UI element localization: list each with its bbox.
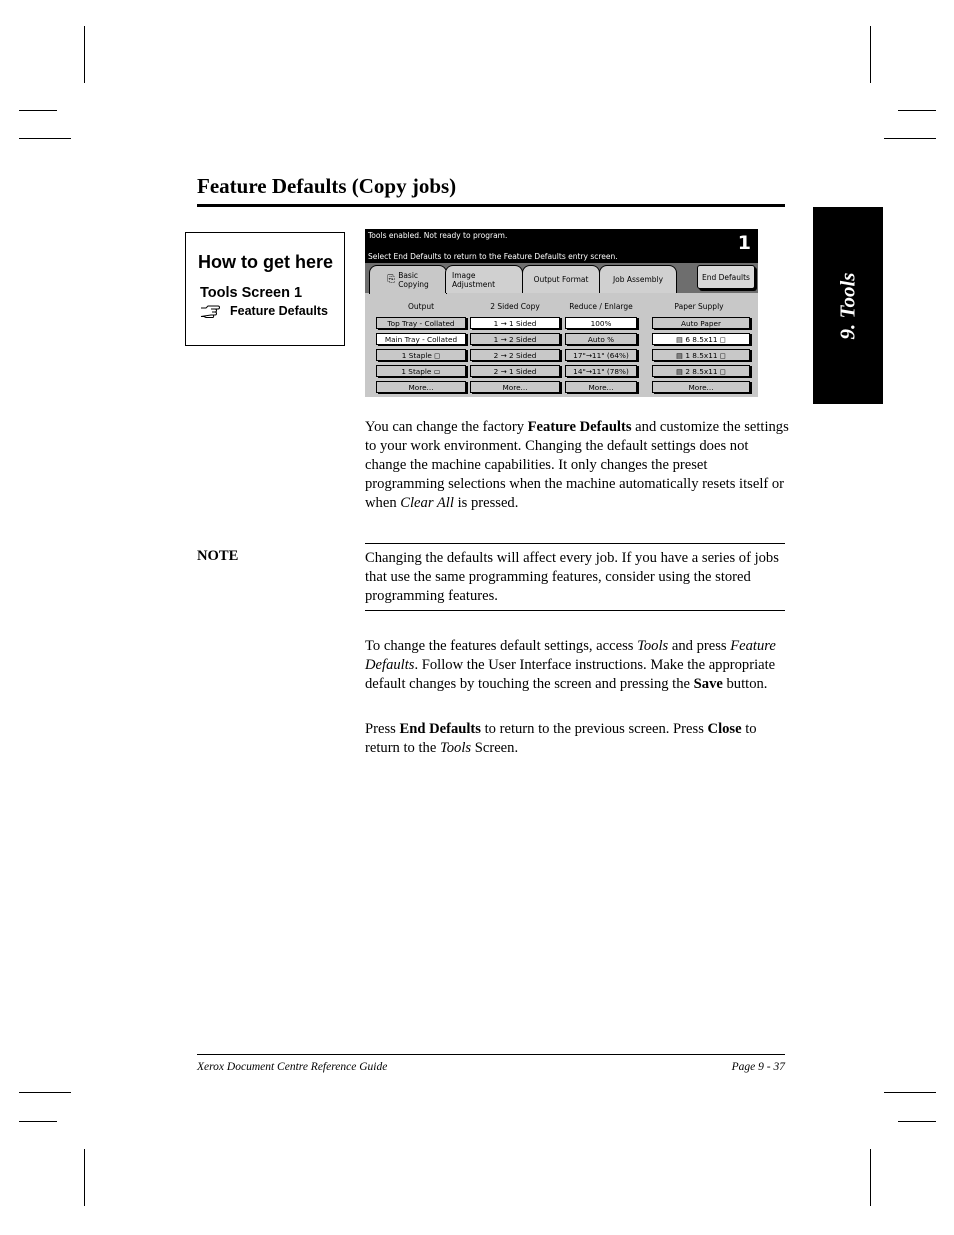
instructions-paragraph: To change the features default settings,… bbox=[365, 637, 790, 694]
footer-guide-title: Xerox Document Centre Reference Guide bbox=[197, 1061, 388, 1073]
text-run: To change the features default settings,… bbox=[365, 638, 638, 654]
ui-message-line1: Tools enabled. Not ready to program. bbox=[368, 231, 508, 240]
how-to-path: Feature Defaults bbox=[200, 304, 328, 318]
footer-page-number: Page 9 - 37 bbox=[731, 1061, 785, 1073]
column-heading: Reduce / Enlarge bbox=[569, 302, 633, 311]
text-run-bold: Feature Defaults bbox=[527, 419, 632, 435]
option-button[interactable]: 1 → 1 Sided bbox=[470, 317, 560, 329]
option-button[interactable]: Main Tray - Collated bbox=[376, 333, 466, 345]
ui-screenshot: Tools enabled. Not ready to program. Sel… bbox=[365, 229, 758, 397]
how-to-get-here-box: How to get here Tools Screen 1 Feature D… bbox=[185, 232, 345, 346]
crop-mark bbox=[19, 138, 71, 139]
crop-mark bbox=[84, 26, 85, 83]
ui-column-2-sided-copy: 2 Sided Copy 1 → 1 Sided 1 → 2 Sided 2 →… bbox=[468, 293, 562, 397]
tab-label: Copying bbox=[398, 280, 429, 289]
text-run: to return to the previous screen. Press bbox=[480, 721, 708, 737]
ui-column-reduce-enlarge: Reduce / Enlarge 100% Auto % 17"→11" (64… bbox=[554, 293, 648, 397]
option-button[interactable]: 1 Staple ▭ bbox=[376, 365, 466, 377]
tab-basic-copying[interactable]: ⎘ Basic Copying bbox=[369, 265, 447, 294]
crop-mark bbox=[19, 1121, 57, 1122]
crop-mark bbox=[870, 1149, 871, 1206]
tab-label: Output Format bbox=[533, 275, 589, 284]
option-button[interactable]: 1 → 2 Sided bbox=[470, 333, 560, 345]
ui-screen-number: 1 bbox=[737, 232, 751, 254]
option-button[interactable]: 14"→11" (78%) bbox=[565, 365, 637, 377]
option-button[interactable]: Auto % bbox=[565, 333, 637, 345]
column-heading: Paper Supply bbox=[674, 302, 724, 311]
text-run-italic: Tools bbox=[439, 740, 472, 756]
title-rule bbox=[197, 204, 785, 207]
note-bottom-rule bbox=[365, 610, 785, 611]
ui-message-line2: Select End Defaults to return to the Fea… bbox=[368, 252, 618, 261]
text-run: Screen. bbox=[471, 740, 519, 756]
tab-output-format[interactable]: Output Format bbox=[522, 265, 600, 293]
option-button[interactable]: 1 Staple ◻ bbox=[376, 349, 466, 361]
more-button[interactable]: More... bbox=[565, 381, 637, 393]
copy-icon: ⎘ bbox=[387, 274, 396, 285]
text-run-bold: Save bbox=[693, 676, 723, 692]
text-run: Press bbox=[365, 721, 400, 737]
text-run: button. bbox=[722, 676, 768, 692]
option-button[interactable]: 17"→11" (64%) bbox=[565, 349, 637, 361]
text-run-italic: Clear All bbox=[400, 495, 454, 511]
crop-mark bbox=[84, 1149, 85, 1206]
more-button[interactable]: More... bbox=[376, 381, 466, 393]
option-button[interactable]: 100% bbox=[565, 317, 637, 329]
crop-mark bbox=[19, 1092, 71, 1093]
text-run-bold: End Defaults bbox=[399, 721, 481, 737]
note-top-rule bbox=[365, 543, 785, 544]
more-button[interactable]: More... bbox=[652, 381, 750, 393]
text-run-bold: Close bbox=[707, 721, 742, 737]
text-run: is pressed. bbox=[453, 495, 519, 511]
end-defaults-paragraph: Press End Defaults to return to the prev… bbox=[365, 720, 790, 758]
crop-mark bbox=[884, 1092, 936, 1093]
option-button[interactable]: ▤ 2 8.5x11 ◻ bbox=[652, 365, 750, 377]
chapter-tab: 9. Tools bbox=[813, 207, 883, 404]
intro-paragraph: You can change the factory Feature Defau… bbox=[365, 418, 790, 513]
option-button[interactable]: Top Tray - Collated bbox=[376, 317, 466, 329]
text-run: You can change the factory bbox=[365, 419, 528, 435]
option-button[interactable]: ▤ 6 8.5x11 ◻ bbox=[652, 333, 750, 345]
pointing-hand-icon bbox=[200, 305, 220, 318]
option-button[interactable]: ▤ 1 8.5x11 ◻ bbox=[652, 349, 750, 361]
crop-mark bbox=[898, 1121, 936, 1122]
option-button[interactable]: 2 → 2 Sided bbox=[470, 349, 560, 361]
note-label: NOTE bbox=[197, 548, 239, 564]
ui-message-bar: Tools enabled. Not ready to program. Sel… bbox=[365, 229, 758, 263]
how-to-screen: Tools Screen 1 bbox=[200, 285, 303, 301]
text-run: and press bbox=[668, 638, 731, 654]
ui-column-paper-supply: Paper Supply Auto Paper ▤ 6 8.5x11 ◻ ▤ 1… bbox=[652, 293, 750, 397]
tab-image-adjustment[interactable]: Image Adjustment bbox=[445, 265, 523, 293]
more-button[interactable]: More... bbox=[470, 381, 560, 393]
note-text: Changing the defaults will affect every … bbox=[365, 550, 779, 604]
option-button[interactable]: 2 → 1 Sided bbox=[470, 365, 560, 377]
tab-label: Adjustment bbox=[452, 279, 496, 289]
ui-tab-bar: ⎘ Basic Copying Image Adjustment Output Fo… bbox=[365, 263, 758, 294]
footer-rule bbox=[197, 1054, 785, 1055]
option-button[interactable]: Auto Paper bbox=[652, 317, 750, 329]
how-to-title: How to get here bbox=[198, 252, 334, 272]
crop-mark bbox=[870, 26, 871, 83]
tab-label: Job Assembly bbox=[612, 275, 664, 284]
tab-label: Basic bbox=[398, 271, 419, 280]
column-heading: Output bbox=[407, 302, 435, 311]
chapter-tab-label: 9. Tools bbox=[835, 272, 860, 339]
tab-label: Image bbox=[452, 270, 476, 280]
crop-mark bbox=[19, 110, 57, 111]
column-heading: 2 Sided Copy bbox=[490, 302, 540, 311]
crop-mark bbox=[884, 138, 936, 139]
page-title: Feature Defaults (Copy jobs) bbox=[197, 174, 457, 198]
end-defaults-button[interactable]: End Defaults bbox=[697, 265, 755, 289]
text-run-italic: Tools bbox=[637, 638, 669, 654]
how-to-link-label: Feature Defaults bbox=[230, 304, 328, 318]
crop-mark bbox=[898, 110, 936, 111]
ui-column-output: Output Top Tray - Collated Main Tray - C… bbox=[374, 293, 468, 397]
tab-job-assembly[interactable]: Job Assembly bbox=[599, 265, 677, 293]
